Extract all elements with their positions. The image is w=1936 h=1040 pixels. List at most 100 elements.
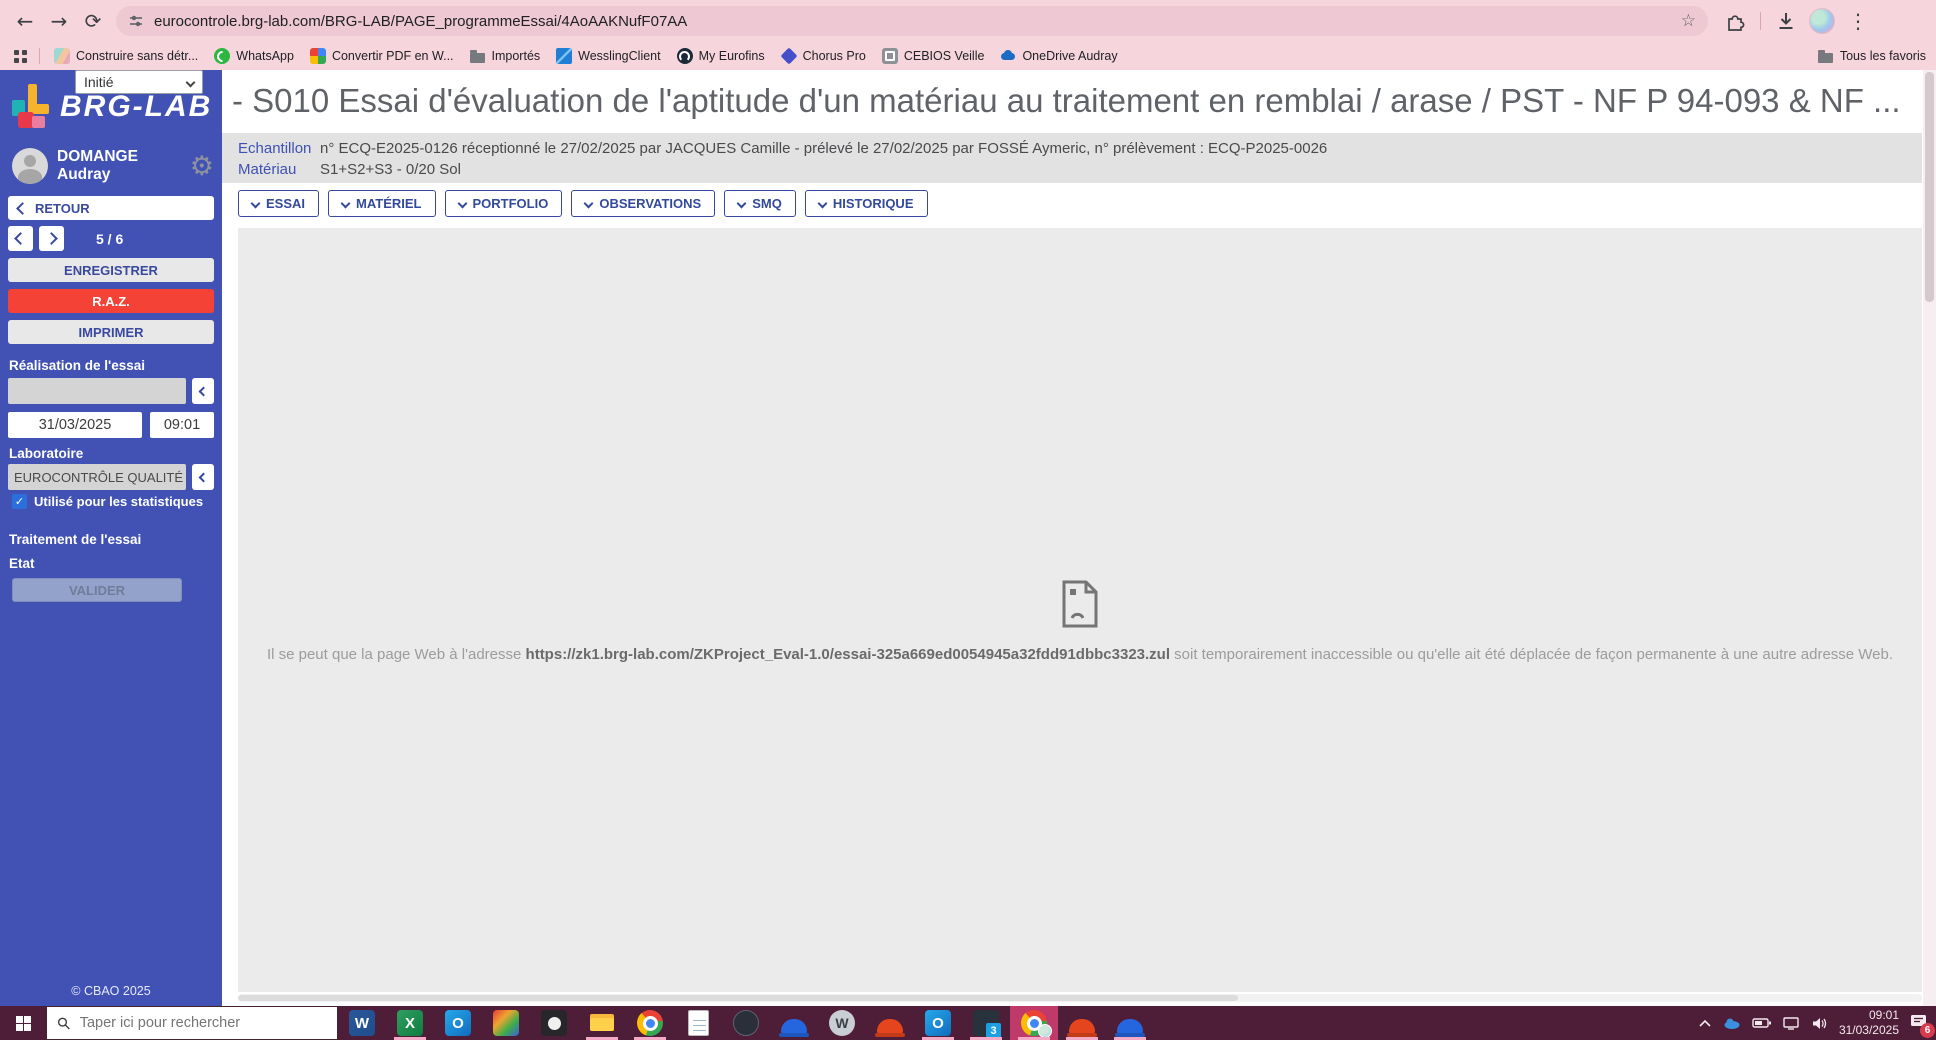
clock[interactable]: 09:01 31/03/2025 [1839, 1008, 1899, 1038]
tab-historique[interactable]: HISTORIQUE [804, 190, 928, 217]
enregistrer-button[interactable]: ENREGISTRER [8, 258, 214, 282]
network-icon[interactable] [1783, 1016, 1801, 1030]
bookmark-onedrive[interactable]: OneDrive Audray [992, 45, 1125, 67]
retour-label: RETOUR [35, 200, 90, 216]
bookmark-whatsapp[interactable]: WhatsApp [206, 45, 302, 67]
windows-taskbar: W X O W O 3 09:01 31/03/2025 6 [0, 1006, 1936, 1040]
bookmark-star-icon[interactable]: ☆ [1681, 11, 1696, 31]
error-prefix: Il se peut que la page Web à l'adresse [266, 646, 526, 663]
laboratoire-label: Laboratoire [9, 446, 84, 461]
taskbar-3cx[interactable]: 3 [962, 1006, 1010, 1040]
pager-prev-button[interactable] [8, 226, 33, 251]
address-bar[interactable]: eurocontrole.brg-lab.com/BRG-LAB/PAGE_pr… [116, 6, 1708, 36]
tray-chevron-up-icon[interactable] [1698, 1018, 1712, 1028]
retour-button[interactable]: RETOUR [8, 196, 214, 220]
info-band: Echantillon n° ECQ-E2025-0126 réceptionn… [222, 133, 1922, 183]
chevron-left-icon [16, 201, 29, 215]
tray-time: 09:01 [1868, 1008, 1899, 1022]
tab-label: SMQ [752, 196, 782, 211]
tab-label: HISTORIQUE [832, 196, 914, 211]
vertical-scrollbar-thumb[interactable] [1925, 72, 1934, 302]
bookmark-pdf-converter[interactable]: Convertir PDF en W... [302, 45, 462, 67]
tab-portfolio[interactable]: PORTFOLIO [444, 190, 563, 217]
refresh-icon[interactable]: ⟳ [76, 4, 110, 38]
taskbar-file-explorer[interactable] [578, 1006, 626, 1040]
notification-center-icon[interactable]: 6 [1910, 1013, 1935, 1038]
pager-label: 5 / 6 [96, 230, 124, 247]
downloads-icon[interactable] [1769, 4, 1803, 38]
forward-icon[interactable]: → [42, 4, 76, 38]
taskbar-chrome-active[interactable] [1010, 1006, 1058, 1040]
all-favorites-button[interactable]: Tous les favoris [1808, 45, 1936, 67]
all-favorites-label: Tous les favoris [1839, 49, 1926, 63]
battery-icon[interactable] [1752, 1017, 1772, 1029]
blue-helmet-icon [1117, 1018, 1143, 1034]
time-input[interactable]: 09:01 [150, 412, 214, 438]
bookmark-label: WhatsApp [236, 49, 294, 63]
horizontal-scrollbar[interactable] [238, 994, 1922, 1002]
realisation-picker-button[interactable] [192, 378, 214, 404]
folder-icon [1818, 48, 1834, 64]
bookmark-cebios[interactable]: CEBIOS Veille [874, 45, 993, 67]
taskbar-search[interactable] [46, 1006, 338, 1040]
chevron-down-icon [457, 198, 467, 209]
taskbar-dark-app[interactable] [722, 1006, 770, 1040]
taskbar-panda-app[interactable] [530, 1006, 578, 1040]
speaker-icon[interactable] [1812, 1017, 1828, 1030]
tab-essai[interactable]: ESSAI [238, 190, 320, 217]
realisation-input[interactable] [8, 378, 186, 404]
tab-smq[interactable]: SMQ [724, 190, 796, 217]
taskbar-notepad[interactable] [674, 1006, 722, 1040]
url-text[interactable]: eurocontrole.brg-lab.com/BRG-LAB/PAGE_pr… [154, 13, 1681, 30]
broken-page-icon [1060, 580, 1100, 633]
taskbar-helmet-red-app[interactable] [866, 1006, 914, 1040]
taskbar-helmet-blue-app-2[interactable] [1106, 1006, 1154, 1040]
taskbar-w-app[interactable]: W [818, 1006, 866, 1040]
bookmark-wessling[interactable]: WesslingClient [548, 45, 668, 67]
tab-materiel[interactable]: MATÉRIEL [328, 190, 436, 217]
taskbar-photos[interactable] [482, 1006, 530, 1040]
laboratoire-input[interactable]: EUROCONTRÔLE QUALITÉ [8, 464, 186, 490]
pager-next-button[interactable] [39, 226, 64, 251]
taskbar-chrome[interactable] [626, 1006, 674, 1040]
system-tray: 09:01 31/03/2025 6 [1698, 1006, 1936, 1040]
site-controls-icon[interactable] [128, 13, 144, 29]
horizontal-scrollbar-thumb[interactable] [238, 995, 1238, 1001]
back-icon[interactable]: ← [8, 4, 42, 38]
bookmark-chorus[interactable]: Chorus Pro [773, 45, 874, 67]
raz-button[interactable]: R.A.Z. [8, 289, 214, 313]
apps-grid-icon[interactable] [14, 49, 19, 55]
bookmark-importes[interactable]: Importés [462, 45, 549, 67]
gear-icon[interactable]: ⚙ [190, 153, 214, 180]
taskbar-outlook-2[interactable]: O [914, 1006, 962, 1040]
taskbar-outlook[interactable]: O [434, 1006, 482, 1040]
tab-label: PORTFOLIO [472, 196, 549, 211]
chevron-down-icon [736, 198, 747, 209]
etat-selected-value: Initié [84, 74, 114, 90]
etat-select[interactable]: Initié [75, 70, 203, 94]
valider-button[interactable]: VALIDER [12, 578, 182, 602]
bookmark-label: WesslingClient [578, 49, 661, 63]
echantillon-link[interactable]: Echantillon [238, 140, 320, 157]
date-input[interactable]: 31/03/2025 [8, 412, 142, 438]
vertical-scrollbar[interactable] [1923, 70, 1936, 1006]
taskbar-word[interactable]: W [338, 1006, 386, 1040]
bookmark-construire[interactable]: Construire sans détr... [46, 45, 206, 67]
bookmark-eurofins[interactable]: My Eurofins [669, 45, 773, 67]
stats-checkbox[interactable]: ✓ [12, 494, 27, 509]
taskbar-excel[interactable]: X [386, 1006, 434, 1040]
start-button[interactable] [0, 1006, 46, 1040]
taskbar-helmet-blue-app[interactable] [770, 1006, 818, 1040]
materiau-link[interactable]: Matériau [238, 161, 320, 178]
laboratoire-picker-button[interactable] [192, 464, 214, 490]
imprimer-button[interactable]: IMPRIMER [8, 320, 214, 344]
tab-observations[interactable]: OBSERVATIONS [571, 190, 716, 217]
onedrive-tray-icon[interactable] [1723, 1017, 1741, 1029]
chrome-menu-icon[interactable]: ⋮ [1841, 4, 1875, 38]
taskbar-helmet-red-app-2[interactable] [1058, 1006, 1106, 1040]
profile-avatar[interactable] [1809, 8, 1835, 34]
search-input[interactable] [79, 1015, 327, 1031]
chevron-down-icon [817, 198, 828, 209]
extensions-icon[interactable] [1718, 4, 1752, 38]
wessling-icon [556, 48, 573, 64]
